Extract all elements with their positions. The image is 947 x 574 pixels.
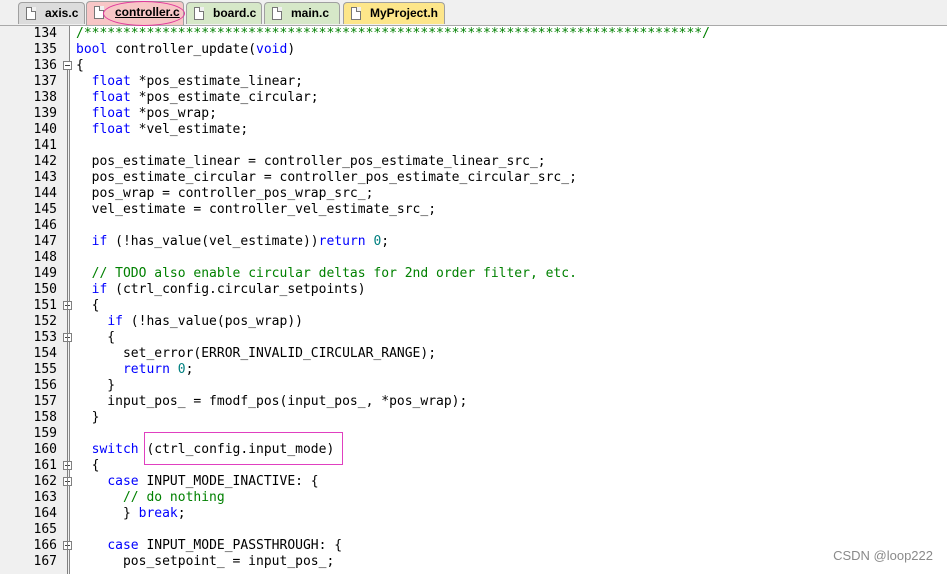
line-number: 137 [33,74,57,89]
tab-highlight-ellipse [103,1,185,26]
line-number: 152 [33,314,57,329]
code-line[interactable]: } [76,410,100,426]
line-number: 142 [33,154,57,169]
code-line[interactable]: pos_estimate_linear = controller_pos_est… [76,154,546,170]
code-line[interactable]: case INPUT_MODE_INACTIVE: { [76,474,318,490]
line-number: 146 [33,218,57,233]
code-line[interactable]: if (!has_value(vel_estimate))return 0; [76,234,389,250]
code-line[interactable]: // do nothing [76,490,225,506]
code-line[interactable]: pos_setpoint_ = input_pos_; [76,554,334,570]
line-number: 164 [33,506,57,521]
code-line[interactable]: if (!has_value(pos_wrap)) [76,314,303,330]
line-number: 151 [33,298,57,313]
line-number: 157 [33,394,57,409]
file-icon [194,7,204,20]
line-number: 141 [33,138,57,153]
line-number: 155 [33,362,57,377]
file-icon [272,7,282,20]
tab-label: board.c [213,6,257,20]
line-number: 160 [33,442,57,457]
line-number: 159 [33,426,57,441]
code-line[interactable]: case INPUT_MODE_PASSTHROUGH: { [76,538,342,554]
file-icon [351,7,361,20]
fold-toggle-icon[interactable] [63,61,72,70]
line-number: 158 [33,410,57,425]
line-number: 147 [33,234,57,249]
tab-axis-c[interactable]: axis.c [18,2,85,24]
code-line[interactable]: } break; [76,506,186,522]
line-number: 139 [33,106,57,121]
line-number: 138 [33,90,57,105]
line-number: 161 [33,458,57,473]
tab-main-c[interactable]: main.c [264,2,340,24]
code-line[interactable]: input_pos_ = fmodf_pos(input_pos_, *pos_… [76,394,467,410]
line-number: 163 [33,490,57,505]
line-number: 166 [33,538,57,553]
code-line[interactable]: { [76,298,100,314]
line-number: 150 [33,282,57,297]
line-number: 145 [33,202,57,217]
code-line[interactable]: float *pos_estimate_linear; [76,74,303,90]
tab-label: axis.c [45,6,79,20]
line-number-gutter: 134 135 136 137 138 139 140 141 142 143 144 145 146 1… [0,26,72,574]
code-highlight-box [144,432,343,465]
code-line[interactable]: /***************************************… [76,26,710,42]
tab-label: MyProject.h [370,6,439,20]
code-line[interactable]: // TODO also enable circular deltas for … [76,266,577,282]
line-number: 154 [33,346,57,361]
line-number: 135 [33,42,57,57]
code-line[interactable]: bool controller_update(void) [76,42,295,58]
code-line[interactable]: { [76,330,115,346]
line-number: 165 [33,522,57,537]
code-line[interactable]: if (ctrl_config.circular_setpoints) [76,282,366,298]
file-icon [26,7,36,20]
line-number: 143 [33,170,57,185]
tab-myproject-h[interactable]: MyProject.h [343,2,445,24]
code-line[interactable]: float *vel_estimate; [76,122,249,138]
line-number: 149 [33,266,57,281]
code-line[interactable]: float *pos_wrap; [76,106,217,122]
code-line[interactable]: { [76,58,84,74]
line-number: 162 [33,474,57,489]
tab-board-c[interactable]: board.c [186,2,262,24]
line-number: 167 [33,554,57,569]
fold-guide-line [67,70,68,574]
watermark: CSDN @loop222 [833,548,933,563]
code-line[interactable]: pos_estimate_circular = controller_pos_e… [76,170,577,186]
code-line[interactable]: set_error(ERROR_INVALID_CIRCULAR_RANGE); [76,346,436,362]
code-line[interactable]: } [76,378,115,394]
code-line[interactable]: return 0; [76,362,193,378]
code-line[interactable]: pos_wrap = controller_pos_wrap_src_; [76,186,374,202]
tab-label: main.c [291,6,330,20]
line-number: 153 [33,330,57,345]
code-line[interactable]: float *pos_estimate_circular; [76,90,319,106]
line-number: 136 [33,58,57,73]
code-line[interactable]: vel_estimate = controller_vel_estimate_s… [76,202,436,218]
line-number: 144 [33,186,57,201]
line-number: 140 [33,122,57,137]
line-number: 134 [33,26,57,41]
line-number: 148 [33,250,57,265]
code-line[interactable]: { [76,458,100,474]
line-number: 156 [33,378,57,393]
